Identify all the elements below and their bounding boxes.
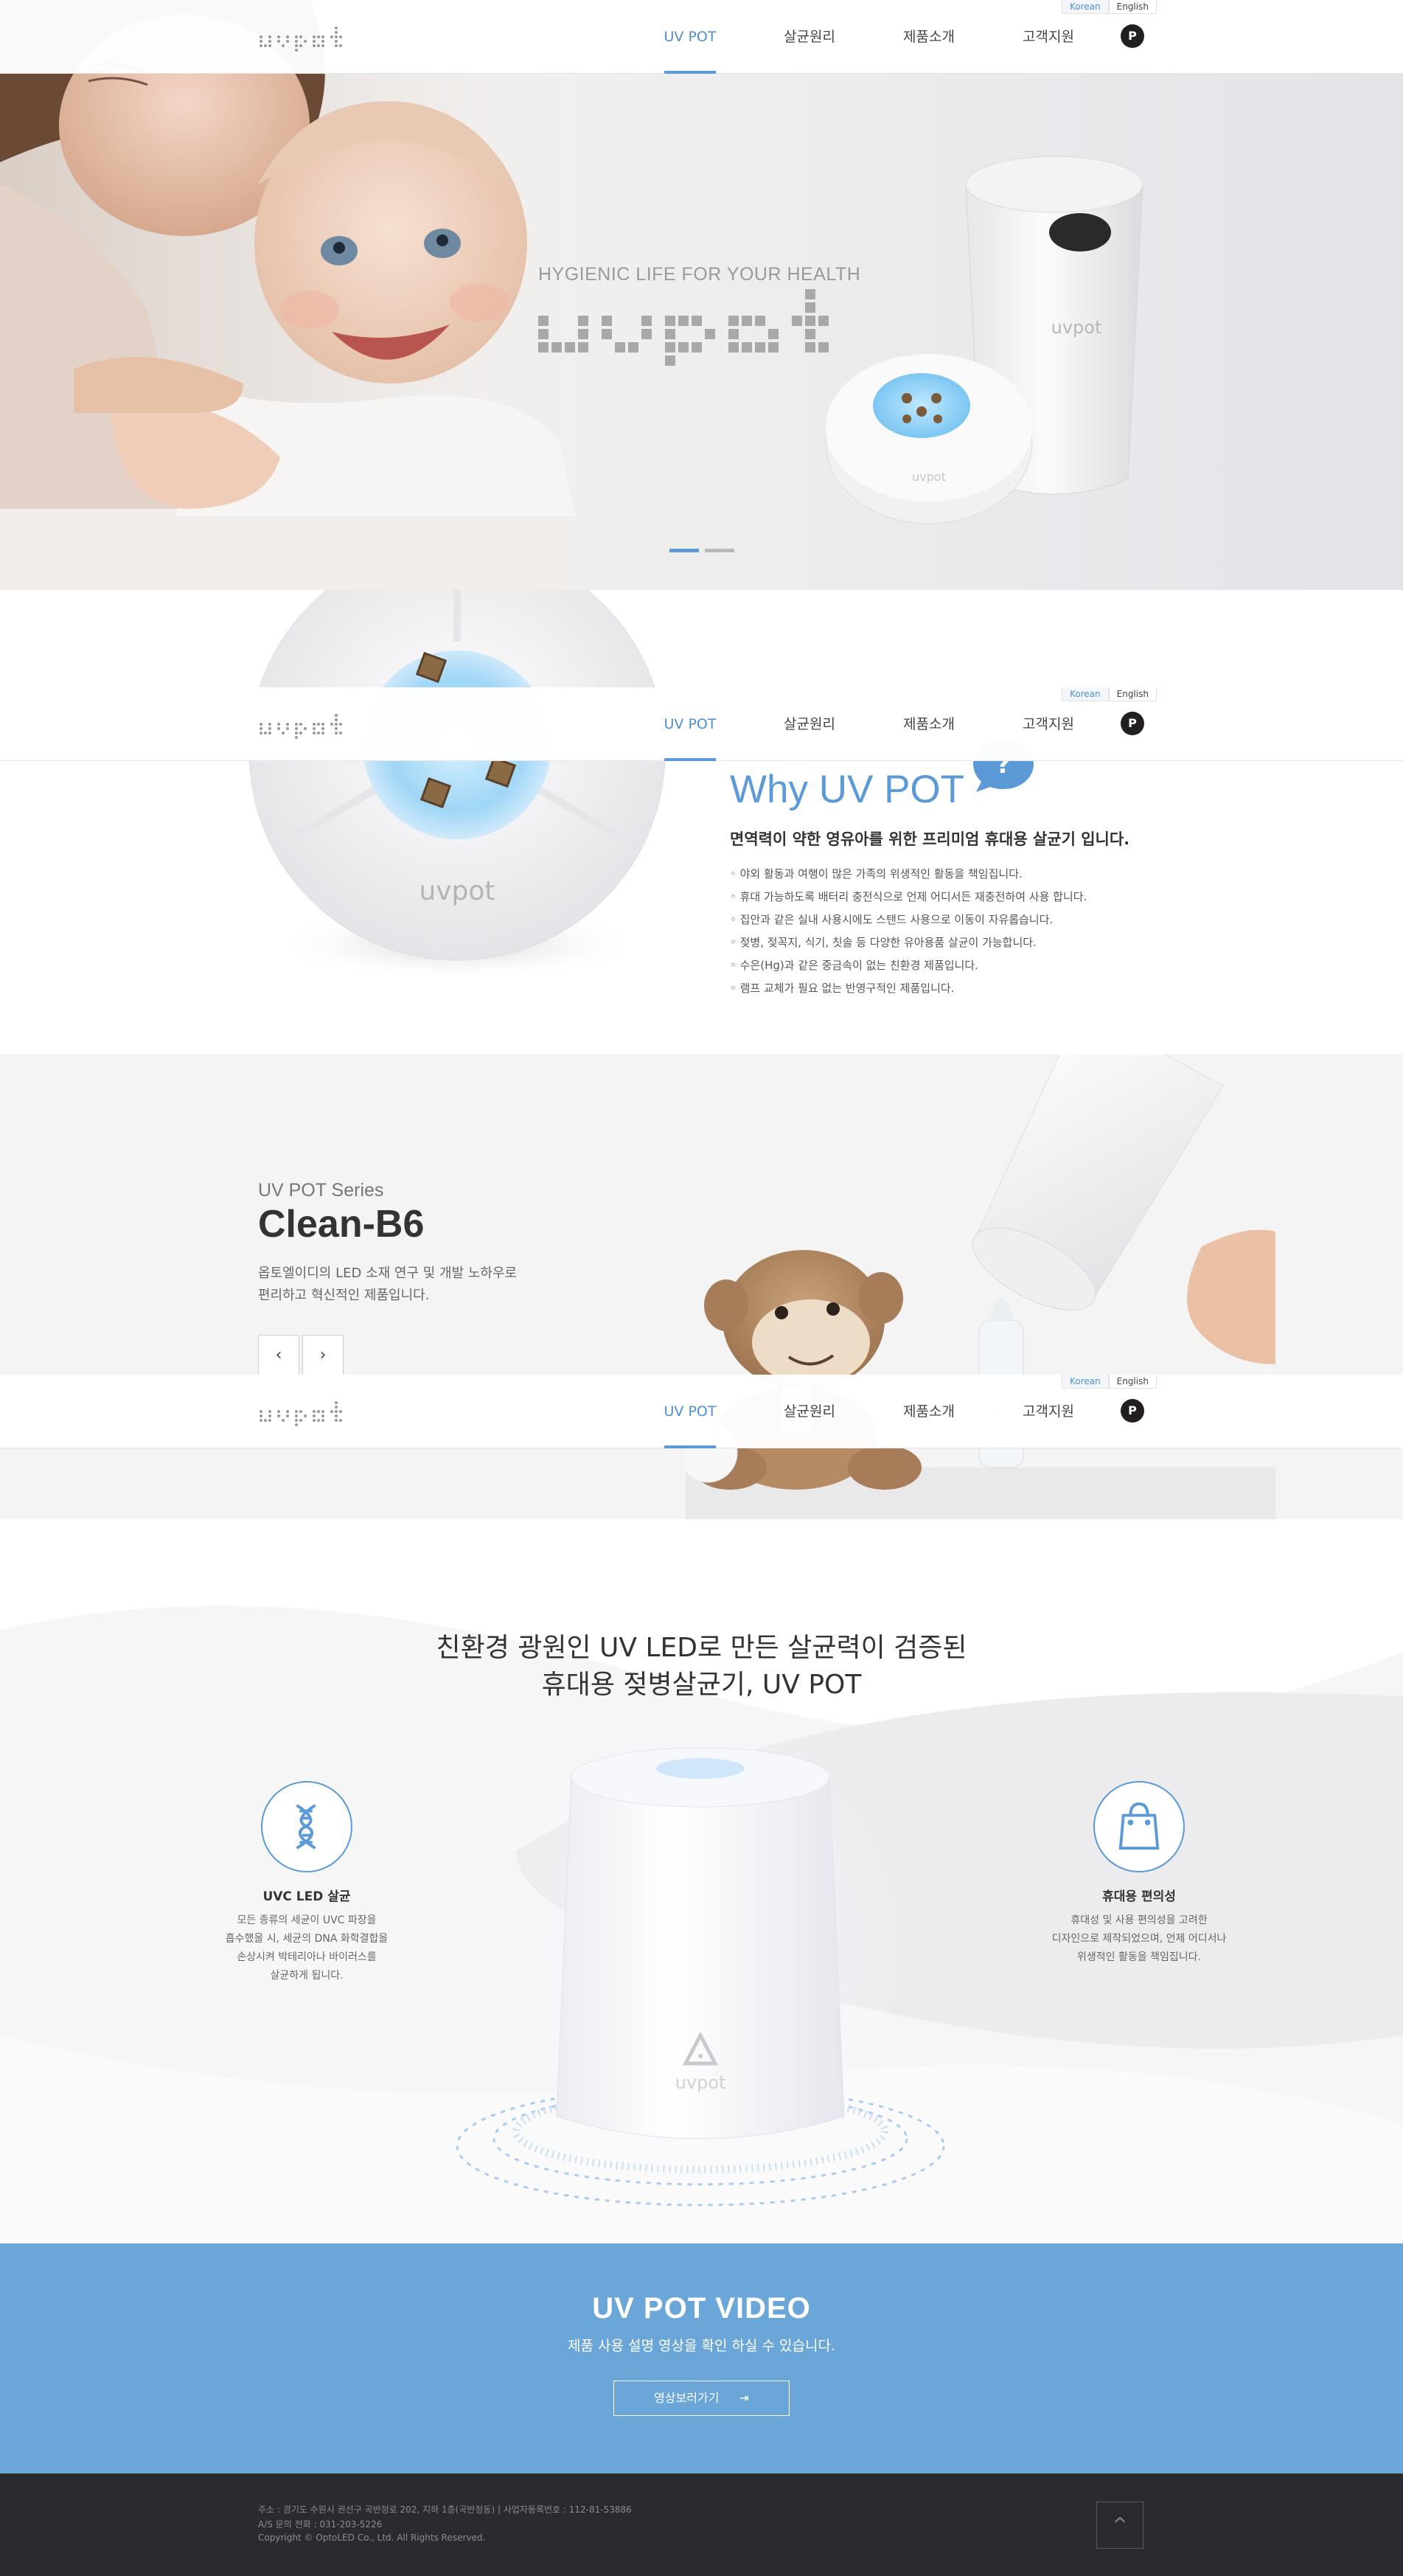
series-description: 옵토엘이디의 LED 소재 연구 및 개발 노하우로 편리하고 혁신적인 제품입… <box>258 1266 518 1303</box>
feature-description: 휴대성 및 사용 편의성을 고려한 디자인으로 제작되었으며, 언제 어디서나 … <box>1051 1914 1227 1963</box>
list-item: ◦ 휴대 가능하도록 배터리 충전식으로 언제 어디서든 재충전하여 사용 합니… <box>730 890 1087 903</box>
nav-sterilization-principle[interactable]: 살균원리 <box>750 687 869 761</box>
lang-korean[interactable]: Korean <box>1062 687 1109 701</box>
features-section: 친환경 광원인 UV LED로 만든 살균력이 검증된 휴대용 젖병살균기, U… <box>0 1519 1403 2243</box>
uvpot-logo[interactable] <box>258 708 369 740</box>
nav-products[interactable]: 제품소개 <box>869 687 989 761</box>
nav-products[interactable]: 제품소개 <box>869 0 989 74</box>
nav-uvpot[interactable]: UV POT <box>630 687 750 761</box>
svg-text:uvpot: uvpot <box>1051 317 1102 338</box>
language-switcher: Korean English <box>1062 1375 1157 1389</box>
list-item: ◦ 램프 교체가 필요 없는 반영구적인 제품입니다. <box>730 982 955 995</box>
enter-arrow-icon: ⇥ <box>739 2391 749 2405</box>
hero-banner: HYGIENIC LIFE FOR YOUR HEALTH uvpot uvpo… <box>0 0 1403 590</box>
main-nav: UV POT 살균원리 제품소개 고객지원 <box>630 687 1108 761</box>
nav-uvpot[interactable]: UV POT <box>630 0 750 74</box>
feature-uvc-led: UVC LED 살균 모든 종류의 세균이 UVC 파장을 흡수했을 시, 세균… <box>196 1781 417 1985</box>
why-feature-list: ◦ 야외 활동과 여행이 많은 가족의 위생적인 활동을 책임집니다. ◦ 휴대… <box>730 863 1087 1000</box>
p-badge-icon[interactable]: P <box>1121 24 1144 48</box>
uvpot-base-closeup-image: uvpot <box>248 590 666 981</box>
shopping-bag-icon <box>1093 1781 1185 1872</box>
footer-as-phone: A/S 문의 전화 : 031-203-5226 <box>258 2519 383 2530</box>
prev-slide-button[interactable]: ‹ <box>258 1335 299 1376</box>
site-header: UV POT 살균원리 제품소개 고객지원 Korean English P <box>0 1375 1403 1448</box>
slide-indicator <box>669 549 734 552</box>
main-nav: UV POT 살균원리 제품소개 고객지원 <box>630 0 1108 74</box>
lang-korean[interactable]: Korean <box>1062 1375 1109 1389</box>
lang-korean[interactable]: Korean <box>1062 0 1109 14</box>
p-badge-icon[interactable]: P <box>1121 712 1144 735</box>
language-switcher: Korean English <box>1062 0 1157 14</box>
next-slide-button[interactable]: › <box>302 1335 344 1376</box>
scroll-top-button[interactable]: ^ <box>1096 2502 1143 2549</box>
footer-copyright: Copyright © OptoLED Co., Ltd. All Rights… <box>258 2532 486 2543</box>
video-title: UV POT VIDEO <box>592 2292 811 2325</box>
slide-dot-2[interactable] <box>705 549 734 552</box>
site-header: UV POT 살균원리 제품소개 고객지원 Korean English P <box>0 0 1403 74</box>
slide-dot-1[interactable] <box>669 549 699 552</box>
hero-baby-photo <box>0 0 575 590</box>
hero-product-image: uvpot uvpot <box>825 156 1143 524</box>
nav-sterilization-principle[interactable]: 살균원리 <box>750 1375 869 1448</box>
list-item: ◦ 야외 활동과 여행이 많은 가족의 위생적인 활동을 책임집니다. <box>730 867 1023 881</box>
uvpot-logo[interactable] <box>258 21 369 53</box>
why-subtitle: 면역력이 약한 영유아를 위한 프리미엄 휴대용 살균기 입니다. <box>730 830 1130 848</box>
features-title: 친환경 광원인 UV LED로 만든 살균력이 검증된 휴대용 젖병살균기, U… <box>436 1633 967 1700</box>
nav-uvpot[interactable]: UV POT <box>630 1375 750 1448</box>
feature-name: UVC LED 살균 <box>262 1889 351 1904</box>
uvpot-glowing-product-image: uvpot <box>456 1711 945 2207</box>
list-item: ◦ 젖병, 젖꼭지, 식기, 칫솔 등 다양한 유아용품 살균이 가능합니다. <box>730 936 1037 949</box>
product-series-section: UV POT Series Clean-B6 옵토엘이디의 LED 소재 연구 … <box>0 1055 1403 1519</box>
series-label: UV POT Series <box>258 1180 384 1201</box>
lang-english[interactable]: English <box>1108 1375 1157 1389</box>
feature-description: 모든 종류의 세균이 UVC 파장을 흡수했을 시, 세균의 DNA 화학결합을… <box>225 1914 389 1982</box>
why-title: Why UV POT <box>730 768 965 811</box>
language-switcher: Korean English <box>1062 687 1157 701</box>
watch-video-button[interactable]: 영상보러가기 ⇥ <box>613 2381 790 2416</box>
site-header: UV POT 살균원리 제품소개 고객지원 Korean English P <box>0 687 1403 761</box>
svg-text:uvpot: uvpot <box>675 2072 726 2093</box>
p-badge-icon[interactable]: P <box>1121 1399 1144 1423</box>
feature-portability: 휴대용 편의성 휴대성 및 사용 편의성을 고려한 디자인으로 제작되었으며, … <box>1028 1781 1250 1967</box>
nav-sterilization-principle[interactable]: 살균원리 <box>750 0 869 74</box>
watch-video-label: 영상보러가기 <box>654 2391 720 2405</box>
list-item: ◦ 집안과 같은 실내 사용시에도 스탠드 사용으로 이동이 자유롭습니다. <box>730 913 1054 926</box>
list-item: ◦ 수은(Hg)과 같은 중금속이 없는 친환경 제품입니다. <box>730 959 978 972</box>
main-nav: UV POT 살균원리 제품소개 고객지원 <box>630 1375 1108 1448</box>
dna-icon <box>261 1781 352 1872</box>
svg-text:uvpot: uvpot <box>419 876 495 906</box>
monkey-toy-and-uvpot-image <box>686 1055 1275 1519</box>
footer-address: 주소 : 경기도 수원시 권선구 곡반정로 202, 지하 1층(곡반정동) |… <box>258 2504 632 2515</box>
lang-english[interactable]: English <box>1108 0 1157 14</box>
why-uvpot-section: uvpot Why UV POT ? 면역력이 약한 영유아를 위한 프리미엄 … <box>0 590 1403 1055</box>
feature-name: 휴대용 편의성 <box>1102 1889 1176 1904</box>
series-product-name: Clean-B6 <box>258 1203 425 1246</box>
svg-text:uvpot: uvpot <box>912 470 946 484</box>
lang-english[interactable]: English <box>1108 687 1157 701</box>
video-section: UV POT VIDEO 제품 사용 설명 영상을 확인 하실 수 있습니다. … <box>0 2243 1403 2473</box>
uvpot-logo[interactable] <box>258 1395 369 1428</box>
video-subtitle: 제품 사용 설명 영상을 확인 하실 수 있습니다. <box>568 2338 835 2354</box>
footer: 주소 : 경기도 수원시 권선구 곡반정로 202, 지하 1층(곡반정동) |… <box>0 2473 1403 2576</box>
nav-products[interactable]: 제품소개 <box>869 1375 989 1448</box>
